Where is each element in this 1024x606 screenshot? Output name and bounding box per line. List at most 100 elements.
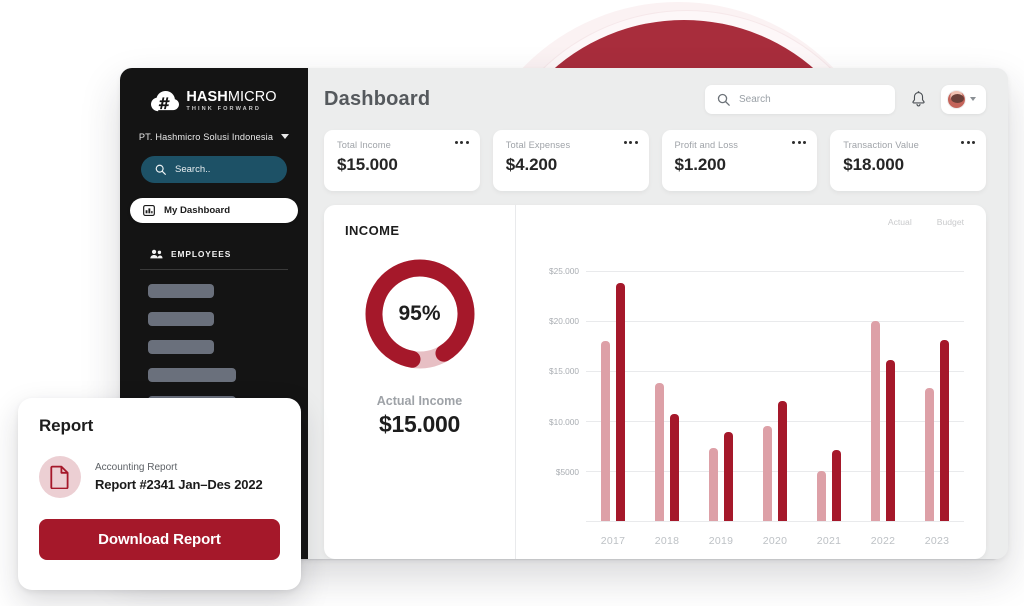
chart-x-tick-label: 2023 xyxy=(924,535,950,547)
cloud-hash-icon xyxy=(151,90,180,112)
chart-bar-group xyxy=(694,251,748,521)
kpi-value: $15.000 xyxy=(337,155,398,174)
chart-bar-budget-2017[interactable] xyxy=(616,283,625,521)
more-horizontal-icon[interactable] xyxy=(961,141,975,144)
screenshot-root: HASHMICRO THINK FORWARD PT. Hashmicro So… xyxy=(0,0,1024,606)
logo-name-light: MICRO xyxy=(227,89,277,105)
donut-percent-label: 95% xyxy=(398,302,441,325)
chart-bar-budget-2023[interactable] xyxy=(940,340,949,521)
chart-bar-budget-2019[interactable] xyxy=(724,432,733,521)
chart-bar-actual-2019[interactable] xyxy=(709,448,718,521)
more-horizontal-icon[interactable] xyxy=(623,141,638,144)
income-bar-chart: Actual Budget $5000 $10.000 $15.000 $20.000… xyxy=(516,205,986,559)
sidebar-item-my-dashboard[interactable]: My Dashboard xyxy=(130,197,298,223)
chart-bar-group xyxy=(640,251,694,521)
chevron-down-icon xyxy=(970,97,976,101)
kpi-card-row: Total Income $15.000 Total Expenses $4.2… xyxy=(308,130,1008,191)
chart-x-tick-label: 2019 xyxy=(708,535,734,547)
document-icon xyxy=(39,456,81,498)
chart-bar-budget-2018[interactable] xyxy=(670,414,679,521)
chart-y-tick-label: $5000 xyxy=(555,466,579,477)
report-file-text: Accounting Report Report #2341 Jan–Des 2… xyxy=(95,462,263,492)
app-logo[interactable]: HASHMICRO THINK FORWARD xyxy=(120,90,308,113)
chart-bar-actual-2023[interactable] xyxy=(925,388,934,521)
header-search-input[interactable]: Search xyxy=(705,84,895,114)
chart-x-tick-label: 2018 xyxy=(654,535,680,547)
logo-tagline: THINK FORWARD xyxy=(186,106,262,112)
company-name: PT. Hashmicro Solusi Indonesia xyxy=(138,131,274,142)
chart-bar-group xyxy=(802,251,856,521)
search-icon xyxy=(155,164,166,175)
account-menu-button[interactable] xyxy=(941,84,986,114)
kpi-value: $4.200 xyxy=(505,155,558,174)
chart-bar-groups xyxy=(586,251,964,521)
income-donut-chart: 95% xyxy=(358,252,482,376)
report-card-title: Report xyxy=(39,416,94,435)
logo-wordmark: HASHMICRO THINK FORWARD xyxy=(186,90,276,113)
income-panel: INCOME 95% Actual Income $15.000 Actual xyxy=(324,205,986,559)
chart-bar-actual-2018[interactable] xyxy=(655,383,664,521)
report-name: Report #2341 Jan–Des 2022 xyxy=(95,477,263,492)
more-horizontal-icon[interactable] xyxy=(792,141,807,144)
employees-icon xyxy=(150,249,163,258)
kpi-card-total-expenses[interactable]: Total Expenses $4.200 xyxy=(492,130,649,191)
more-horizontal-icon[interactable] xyxy=(454,141,469,144)
chart-bar-actual-2017[interactable] xyxy=(601,341,610,521)
sidebar-placeholder-item xyxy=(148,367,236,382)
sidebar-placeholder-item xyxy=(148,339,214,354)
top-bar: Dashboard Search xyxy=(308,68,1008,130)
chevron-down-icon xyxy=(281,134,290,140)
search-icon xyxy=(717,93,730,106)
sidebar-search-input[interactable]: Search.. xyxy=(141,155,287,183)
chart-bar-group xyxy=(586,251,640,521)
sidebar-item-label: My Dashboard xyxy=(164,204,231,216)
chart-y-tick-label: $10.000 xyxy=(549,416,579,427)
kpi-label: Profit and Loss xyxy=(674,140,739,150)
kpi-label: Total Expenses xyxy=(505,140,571,150)
chart-x-axis-labels: 2017 2018 2019 2020 2021 2022 2023 xyxy=(586,535,964,547)
chart-y-tick-label: $20.000 xyxy=(549,316,579,327)
kpi-card-total-income[interactable]: Total Income $15.000 xyxy=(324,130,480,191)
chart-bar-actual-2020[interactable] xyxy=(763,426,772,521)
kpi-card-profit-and-loss[interactable]: Profit and Loss $1.200 xyxy=(661,130,818,191)
chart-bars-and-grid: $5000 $10.000 $15.000 $20.000 $25.000 xyxy=(549,251,964,522)
actual-income-value: $15.000 xyxy=(378,411,461,437)
kpi-value: $1.200 xyxy=(674,155,727,174)
chart-bar-group xyxy=(910,251,964,521)
legend-item-budget[interactable]: Budget xyxy=(937,217,964,227)
sidebar-divider xyxy=(140,268,288,270)
chart-bar-budget-2020[interactable] xyxy=(778,401,787,521)
page-title: Dashboard xyxy=(324,87,431,110)
report-card: Report Accounting Report Report #2341 Ja… xyxy=(18,398,301,590)
income-summary: INCOME 95% Actual Income $15.000 xyxy=(324,205,516,559)
report-file-row[interactable]: Accounting Report Report #2341 Jan–Des 2… xyxy=(39,456,280,498)
chart-axis-baseline xyxy=(586,521,964,522)
kpi-label: Transaction Value xyxy=(843,140,919,150)
kpi-card-transaction-value[interactable]: Transaction Value $18.000 xyxy=(830,130,986,191)
sidebar-search-placeholder: Search.. xyxy=(175,163,211,175)
legend-item-actual[interactable]: Actual xyxy=(888,217,912,227)
sidebar-section-employees[interactable]: EMPLOYEES xyxy=(130,249,298,259)
chart-bar-budget-2021[interactable] xyxy=(832,450,841,521)
chart-legend: Actual Budget xyxy=(888,217,964,227)
chart-bar-actual-2022[interactable] xyxy=(871,321,880,521)
chart-x-tick-label: 2021 xyxy=(816,535,842,547)
logo-name-bold: HASH xyxy=(186,89,228,105)
chart-plot-area: $5000 $10.000 $15.000 $20.000 $25.000 2017 20… xyxy=(530,249,970,551)
chart-bar-actual-2021[interactable] xyxy=(817,471,826,521)
download-report-button[interactable]: Download Report xyxy=(39,519,280,560)
chart-x-tick-label: 2022 xyxy=(870,535,896,547)
chart-bar-budget-2022[interactable] xyxy=(886,360,895,521)
income-title: INCOME xyxy=(345,223,400,238)
kpi-label: Total Income xyxy=(337,140,391,150)
chart-x-tick-label: 2020 xyxy=(762,535,788,547)
sidebar-placeholder-item xyxy=(148,311,214,326)
company-switcher[interactable]: PT. Hashmicro Solusi Indonesia xyxy=(120,132,308,142)
actual-income-label: Actual Income xyxy=(376,394,463,408)
chart-y-tick-label: $15.000 xyxy=(549,366,579,377)
notifications-button[interactable] xyxy=(907,87,929,111)
chart-x-tick-label: 2017 xyxy=(600,535,626,547)
sidebar-placeholder-list xyxy=(120,283,308,410)
bell-icon xyxy=(911,90,925,106)
chart-bar-group xyxy=(856,251,910,521)
